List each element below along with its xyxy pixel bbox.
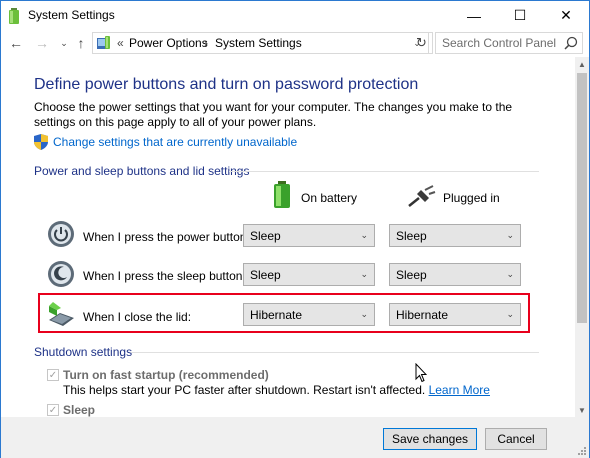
scroll-thumb[interactable] xyxy=(577,73,587,323)
section-divider xyxy=(229,171,539,172)
section-divider xyxy=(131,352,539,353)
sleep-button-battery-select[interactable]: Sleep ⌄ xyxy=(243,263,375,286)
resize-grip-icon[interactable] xyxy=(577,446,587,456)
laptop-lid-icon xyxy=(49,302,74,326)
sleep-button-label: When I press the sleep button: xyxy=(83,269,246,283)
chevron-down-icon: ⌄ xyxy=(360,269,368,279)
fast-startup-desc-text: This helps start your PC faster after sh… xyxy=(63,383,426,397)
vertical-scrollbar[interactable]: ▲ ▼ xyxy=(575,57,589,417)
close-icon: ✕ xyxy=(560,7,572,23)
search-icon xyxy=(564,36,578,50)
select-value: Hibernate xyxy=(396,308,449,322)
power-button-icon xyxy=(48,221,74,247)
checkmark-icon: ✓ xyxy=(48,369,58,381)
mouse-cursor-icon xyxy=(415,363,427,383)
footer-bar: Save changes Cancel xyxy=(1,417,589,458)
page-heading: Define power buttons and turn on passwor… xyxy=(34,76,419,93)
back-arrow-icon: ← xyxy=(9,35,23,51)
fast-startup-label: Turn on fast startup (recommended) xyxy=(63,368,269,382)
scroll-down-button[interactable]: ▼ xyxy=(575,403,589,417)
scroll-up-button[interactable]: ▲ xyxy=(575,57,589,71)
maximize-button[interactable]: ☐ xyxy=(497,1,543,30)
window-title: System Settings xyxy=(28,8,115,22)
select-value: Hibernate xyxy=(250,308,303,322)
up-button[interactable]: ↑ xyxy=(73,33,89,53)
page-description: Choose the power settings that you want … xyxy=(34,100,513,129)
chevron-down-icon: ⌄ xyxy=(413,37,421,48)
breadcrumb-power-options[interactable]: Power Options xyxy=(129,36,208,50)
power-button-battery-select[interactable]: Sleep ⌄ xyxy=(243,224,375,247)
chevron-down-icon: ⌄ xyxy=(506,269,514,279)
system-settings-window: System Settings — ☐ ✕ ← → ⌄ ↑ « Power Op… xyxy=(0,0,590,458)
cancel-button[interactable]: Cancel xyxy=(485,428,547,450)
checkmark-icon: ✓ xyxy=(48,404,58,416)
lid-close-label: When I close the lid: xyxy=(83,310,192,324)
scroll-up-arrow-icon: ▲ xyxy=(578,59,586,69)
navigation-bar: ← → ⌄ ↑ « Power Options › System Setting… xyxy=(1,30,589,56)
chevron-down-icon: ⌄ xyxy=(506,230,514,240)
plugged-in-header: Plugged in xyxy=(443,191,500,205)
maximize-icon: ☐ xyxy=(513,7,527,23)
learn-more-link[interactable]: Learn More xyxy=(429,383,490,397)
uac-shield-icon xyxy=(34,134,48,150)
up-arrow-icon: ↑ xyxy=(77,35,85,51)
breadcrumb-separator[interactable]: › xyxy=(204,36,208,50)
power-button-label: When I press the power button: xyxy=(83,230,250,244)
address-bar[interactable]: « Power Options › System Settings xyxy=(92,32,429,54)
scroll-down-arrow-icon: ▼ xyxy=(578,405,586,415)
battery-icon xyxy=(274,181,290,208)
select-value: Sleep xyxy=(250,268,281,282)
chevron-down-icon: ⌄ xyxy=(60,37,68,48)
power-options-icon xyxy=(9,8,19,24)
minimize-button[interactable]: — xyxy=(451,1,497,30)
address-dropdown-button[interactable]: ⌄ xyxy=(405,34,429,52)
power-plug-icon xyxy=(408,185,436,207)
power-buttons-section-title: Power and sleep buttons and lid settings xyxy=(34,164,250,178)
change-settings-link[interactable]: Change settings that are currently unava… xyxy=(53,135,297,149)
lid-close-plugged-select[interactable]: Hibernate ⌄ xyxy=(389,303,521,326)
recent-locations-button[interactable]: ⌄ xyxy=(58,33,70,53)
select-value: Sleep xyxy=(250,229,281,243)
sleep-button-icon xyxy=(48,261,74,287)
main-content: Define power buttons and turn on passwor… xyxy=(1,57,575,417)
breadcrumb-system-settings[interactable]: System Settings xyxy=(215,36,302,50)
search-box[interactable]: Search Control Panel xyxy=(435,32,583,54)
on-battery-header: On battery xyxy=(301,191,358,205)
sleep-button-plugged-select[interactable]: Sleep ⌄ xyxy=(389,263,521,286)
select-value: Sleep xyxy=(396,229,427,243)
select-value: Sleep xyxy=(396,268,427,282)
sleep-checkbox[interactable]: ✓ xyxy=(47,404,59,416)
fast-startup-description: This helps start your PC faster after sh… xyxy=(63,383,490,397)
chevron-down-icon: ⌄ xyxy=(360,230,368,240)
title-bar[interactable]: System Settings — ☐ ✕ xyxy=(1,1,589,30)
fast-startup-checkbox[interactable]: ✓ xyxy=(47,369,59,381)
forward-arrow-icon: → xyxy=(35,35,49,51)
lid-close-battery-select[interactable]: Hibernate ⌄ xyxy=(243,303,375,326)
breadcrumb-overflow[interactable]: « xyxy=(117,36,124,50)
minimize-icon: — xyxy=(467,7,481,24)
forward-button[interactable]: → xyxy=(33,33,51,53)
chevron-down-icon: ⌄ xyxy=(506,309,514,319)
close-button[interactable]: ✕ xyxy=(543,1,589,30)
chevron-down-icon: ⌄ xyxy=(360,309,368,319)
control-panel-icon xyxy=(97,36,110,49)
power-button-plugged-select[interactable]: Sleep ⌄ xyxy=(389,224,521,247)
sleep-label: Sleep xyxy=(63,403,96,417)
search-placeholder: Search Control Panel xyxy=(442,36,557,50)
back-button[interactable]: ← xyxy=(7,33,25,53)
save-changes-button[interactable]: Save changes xyxy=(383,428,477,450)
shutdown-section-title: Shutdown settings xyxy=(34,345,133,359)
